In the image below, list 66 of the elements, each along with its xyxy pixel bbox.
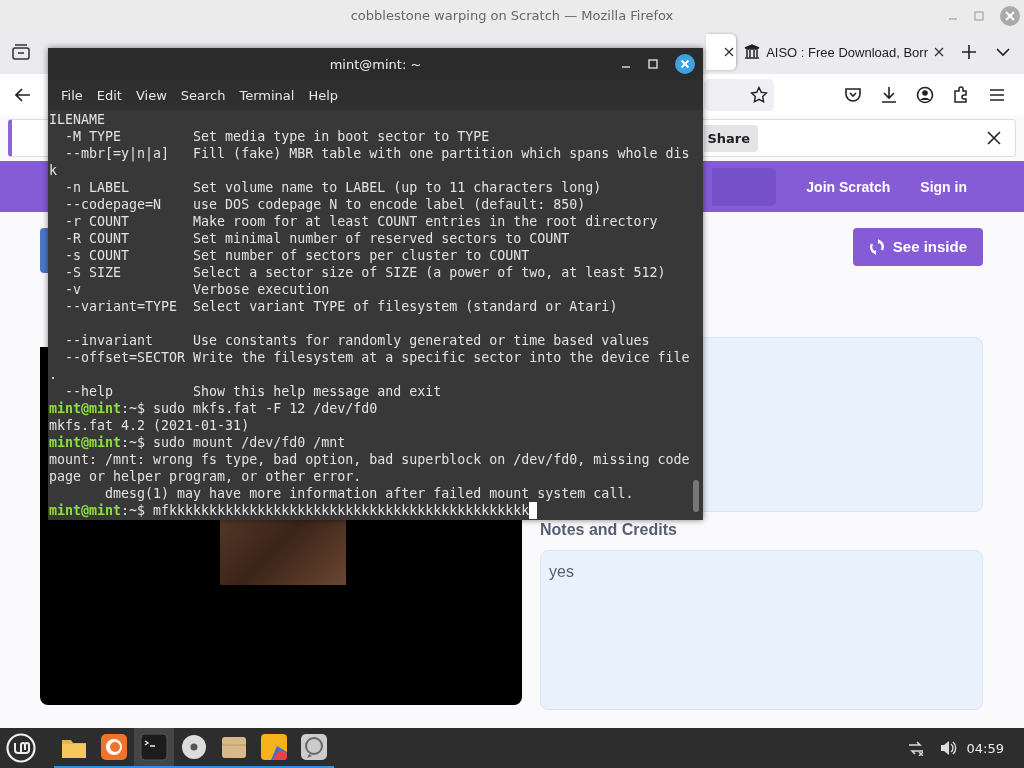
volume-icon[interactable] (938, 740, 957, 756)
window-title: cobblestone warping on Scratch — Mozilla Firefox (349, 8, 675, 24)
plus-icon[interactable] (962, 45, 976, 60)
nav-link[interactable]: Sign in (920, 178, 967, 195)
close-icon[interactable] (987, 131, 1001, 146)
share-button[interactable]: Share (704, 124, 758, 152)
terminal-line: -r COUNT Make room for at least COUNT entries in the root directory (64, 213, 658, 230)
see-inside-button[interactable]: See inside (852, 228, 983, 266)
network-icon[interactable] (906, 740, 925, 756)
download-icon[interactable] (880, 85, 898, 104)
menu-item[interactable]: File (56, 85, 88, 105)
terminal-icon (139, 732, 169, 762)
disc-icon (179, 732, 209, 762)
terminal-line: --offset=SECTOR Write the filesystem at a specific sector into the device file (64, 349, 690, 366)
menu-item[interactable]: View (130, 85, 172, 105)
menu-item[interactable]: Edit (91, 85, 127, 105)
terminal-line: mint@mint:~$ sudo mount /dev/fd0 /mnt (49, 434, 346, 451)
scrollbar-thumb[interactable] (693, 480, 699, 512)
chat-bubble-icon (299, 732, 329, 762)
close-icon[interactable] (675, 54, 695, 74)
terminal-line: --invariant Use constants for randomly generated or time based values (64, 332, 650, 349)
terminal-line: mint@mint:~$ sudo mkfs.fat -F 12 /dev/fd0 (49, 400, 378, 417)
tab-title: AISO : Free Download, Borr (766, 44, 928, 60)
puzzle-icon[interactable] (952, 85, 970, 104)
terminal-line: -M TYPE Set media type in boot sector to TYPE (64, 128, 490, 145)
terminal-line: -v Verbose execution (64, 281, 330, 298)
menu-item[interactable]: Terminal (234, 85, 300, 105)
terminal-line: dmesg(1) may have more information after failed mount system call. (104, 485, 634, 502)
notes-box: yes (540, 550, 983, 710)
close-icon[interactable] (724, 47, 735, 58)
terminal-line: mkfs.fat 4.2 (2021-01-31) (49, 417, 250, 434)
browser-tab[interactable]: AISO : Free Download, Borr (736, 34, 952, 71)
terminal-line: --mbr[=y|n|a] Fill (fake) MBR table with one partition which spans whole dis (64, 145, 690, 162)
terminal-line: -s COUNT Set number of sectors per cluster to COUNT (64, 247, 530, 264)
terminal-line: --variant=TYPE Select variant TYPE of filesystem (standard or Atari) (64, 298, 618, 315)
terminal-line: k (49, 162, 57, 179)
terminal-line: . (49, 366, 57, 383)
back-arrow-icon[interactable] (15, 87, 31, 102)
menu-item[interactable]: Search (175, 85, 231, 105)
window-title: mint@mint: ~ (328, 56, 423, 72)
terminal-line: -n LABEL Set volume name to LABEL (up to 11 characters long) (64, 179, 602, 196)
columns-icon (744, 44, 761, 61)
section-heading: Notes and Credits (540, 521, 678, 539)
close-icon[interactable] (934, 47, 944, 58)
tab-list-icon[interactable] (12, 44, 30, 61)
button-edge (40, 228, 48, 273)
terminal-line: ILENAME (49, 111, 106, 128)
terminal-line: page or helper program, or other error. (49, 468, 362, 485)
terminal-line: -S SIZE Select a sector size of SIZE (a power of two, at least 512) (64, 264, 666, 281)
star-icon[interactable] (750, 85, 768, 104)
pocket-icon[interactable] (844, 85, 862, 104)
terminal-line: -R COUNT Set minimal number of reserved sectors to COUNT (64, 230, 570, 247)
account-icon[interactable] (916, 85, 934, 104)
address-bar[interactable] (704, 78, 774, 111)
fox-icon (99, 732, 129, 762)
terminal-line: --help Show this help message and exit (64, 383, 442, 400)
menu-item[interactable]: Help (303, 85, 344, 105)
chevron-down-icon[interactable] (996, 47, 1010, 58)
mint-logo-icon[interactable] (6, 733, 36, 763)
remix-arrows-icon (868, 239, 885, 255)
nav-link[interactable]: Join Scratch (806, 178, 891, 195)
terminal-line: mint@mint:~$ mfkkkkkkkkkkkkkkkkkkkkkkkkkkkkkkkkkkkkkkkkkkkkk (49, 502, 530, 519)
terminal-line: --codepage=N use DOS codepage N to encode label (default: 850) (64, 196, 586, 213)
paint-icon (259, 732, 289, 762)
clock[interactable]: 04:59 (966, 740, 1004, 756)
terminal-line: mount: /mnt: wrong fs type, bad option, bad superblock on /dev/fd0, missing code (49, 451, 690, 468)
